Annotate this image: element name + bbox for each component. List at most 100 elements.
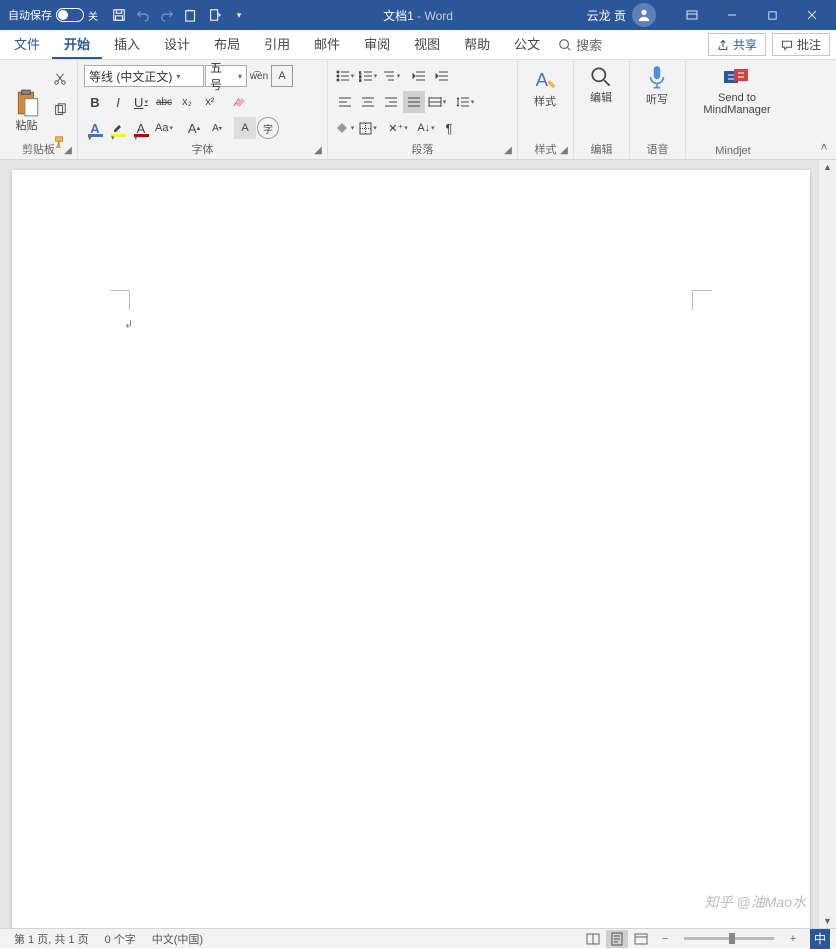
redo-button[interactable] [156, 4, 178, 26]
clipboard-icon [13, 88, 41, 118]
bold-button[interactable]: B [84, 91, 106, 113]
align-center-button[interactable] [357, 91, 379, 113]
search-box[interactable]: 搜索 [552, 30, 608, 59]
tab-office[interactable]: 公文 [502, 30, 552, 59]
paragraph-dialog-launcher[interactable]: ◢ [502, 144, 514, 156]
tab-references[interactable]: 引用 [252, 30, 302, 59]
quick-access-toolbar: ▾ [108, 4, 250, 26]
autosave-toggle[interactable]: 自动保存 关 [4, 7, 102, 23]
grow-font-button[interactable]: A▴ [183, 117, 205, 139]
copy-button[interactable] [49, 99, 71, 121]
styles-dialog-launcher[interactable]: ◢ [558, 144, 570, 156]
decrease-indent-button[interactable] [408, 65, 430, 87]
status-language[interactable]: 中文(中国) [144, 931, 211, 947]
italic-button[interactable]: I [107, 91, 129, 113]
ribbon-display-button[interactable] [672, 0, 712, 30]
status-word-count[interactable]: 0 个字 [97, 931, 144, 947]
minimize-button[interactable] [712, 0, 752, 30]
comments-label: 批注 [797, 36, 821, 53]
highlight-button[interactable] [107, 117, 129, 139]
align-right-button[interactable] [380, 91, 402, 113]
align-left-button[interactable] [334, 91, 356, 113]
group-editing: 编辑 编辑 [574, 60, 630, 159]
qat-customize[interactable]: ▾ [228, 4, 250, 26]
zoom-slider[interactable] [684, 937, 774, 940]
margin-corner-top-right [692, 290, 712, 310]
user-avatar-icon[interactable] [632, 3, 656, 27]
maximize-button[interactable] [752, 0, 792, 30]
window-controls [672, 0, 832, 30]
close-button[interactable] [792, 0, 832, 30]
vertical-scrollbar[interactable] [818, 160, 836, 928]
save-button[interactable] [108, 4, 130, 26]
char-shading-button[interactable]: 字 [257, 117, 279, 139]
send-to-mindmanager-button[interactable]: Send toMindManager [692, 64, 782, 116]
dictate-button[interactable]: 听写 [636, 64, 678, 106]
numbering-button[interactable]: 123 [357, 65, 379, 87]
asian-layout-button[interactable]: ✕⁺ [387, 117, 409, 139]
enclose-char-button[interactable]: A [234, 117, 256, 139]
sort-button[interactable]: A↓ [415, 117, 437, 139]
view-web-layout-button[interactable] [630, 930, 652, 948]
styles-button[interactable]: A 样式 [524, 64, 566, 108]
tab-mailings[interactable]: 邮件 [302, 30, 352, 59]
tab-help[interactable]: 帮助 [452, 30, 502, 59]
clipboard-dialog-launcher[interactable]: ◢ [62, 144, 74, 156]
multilevel-list-button[interactable] [380, 65, 402, 87]
view-read-mode-button[interactable] [582, 930, 604, 948]
show-marks-button[interactable]: ¶ [438, 117, 460, 139]
share-button[interactable]: 共享 [708, 33, 766, 56]
tab-design[interactable]: 设计 [152, 30, 202, 59]
tab-view[interactable]: 视图 [402, 30, 452, 59]
increase-indent-button[interactable] [431, 65, 453, 87]
document-area[interactable]: ↲ 知乎 @油Mao水 [0, 160, 836, 928]
tab-insert[interactable]: 插入 [102, 30, 152, 59]
mindmanager-icon [722, 64, 752, 90]
tab-layout[interactable]: 布局 [202, 30, 252, 59]
shrink-font-button[interactable]: A▾ [206, 117, 228, 139]
tab-file[interactable]: 文件 [2, 30, 52, 59]
subscript-button[interactable]: x₂ [176, 91, 198, 113]
user-name[interactable]: 云龙 贡 [587, 7, 626, 24]
font-dialog-launcher[interactable]: ◢ [312, 144, 324, 156]
collapse-ribbon-button[interactable]: ˄ [816, 139, 832, 155]
toggle-icon [56, 8, 84, 22]
font-color-button[interactable]: A [130, 117, 152, 139]
qat-btn-5[interactable] [204, 4, 226, 26]
bullets-button[interactable] [334, 65, 356, 87]
comments-button[interactable]: 批注 [772, 33, 830, 56]
zoom-in-button[interactable]: + [782, 930, 804, 948]
strikethrough-button[interactable]: abc [153, 91, 175, 113]
cut-button[interactable] [49, 68, 71, 90]
undo-button[interactable] [132, 4, 154, 26]
char-border-button[interactable]: A [271, 65, 293, 87]
page[interactable]: ↲ [12, 170, 810, 928]
superscript-button[interactable]: x² [199, 91, 221, 113]
distribute-button[interactable] [426, 91, 448, 113]
mindjet-group-label: Mindjet [686, 145, 780, 157]
styles-icon: A [531, 64, 559, 94]
qat-btn-4[interactable] [180, 4, 202, 26]
search-icon [558, 38, 572, 52]
text-effects-button[interactable]: A [84, 117, 106, 139]
tab-home[interactable]: 开始 [52, 30, 102, 59]
align-justify-button[interactable] [403, 91, 425, 113]
editing-button[interactable]: 编辑 [580, 64, 622, 104]
font-size-combo[interactable]: 五号 [205, 65, 247, 87]
underline-button[interactable]: U [130, 91, 152, 113]
status-page[interactable]: 第 1 页, 共 1 页 [6, 931, 97, 947]
shading-button[interactable] [334, 117, 356, 139]
borders-button[interactable] [357, 117, 379, 139]
line-spacing-button[interactable] [454, 91, 476, 113]
paragraph-mark-icon: ↲ [124, 318, 133, 331]
ime-indicator[interactable]: 中 [810, 929, 830, 949]
mindjet-line2: MindManager [703, 104, 770, 116]
styles-label: 样式 [534, 96, 556, 108]
view-print-layout-button[interactable] [606, 930, 628, 948]
zoom-out-button[interactable]: − [654, 930, 676, 948]
change-case-button[interactable]: Aa [153, 117, 175, 139]
tab-review[interactable]: 审阅 [352, 30, 402, 59]
phonetic-guide-button[interactable]: w͡en [248, 65, 270, 87]
clear-formatting-button[interactable]: A [229, 91, 251, 113]
font-name-combo[interactable]: 等线 (中文正文) [84, 65, 204, 87]
